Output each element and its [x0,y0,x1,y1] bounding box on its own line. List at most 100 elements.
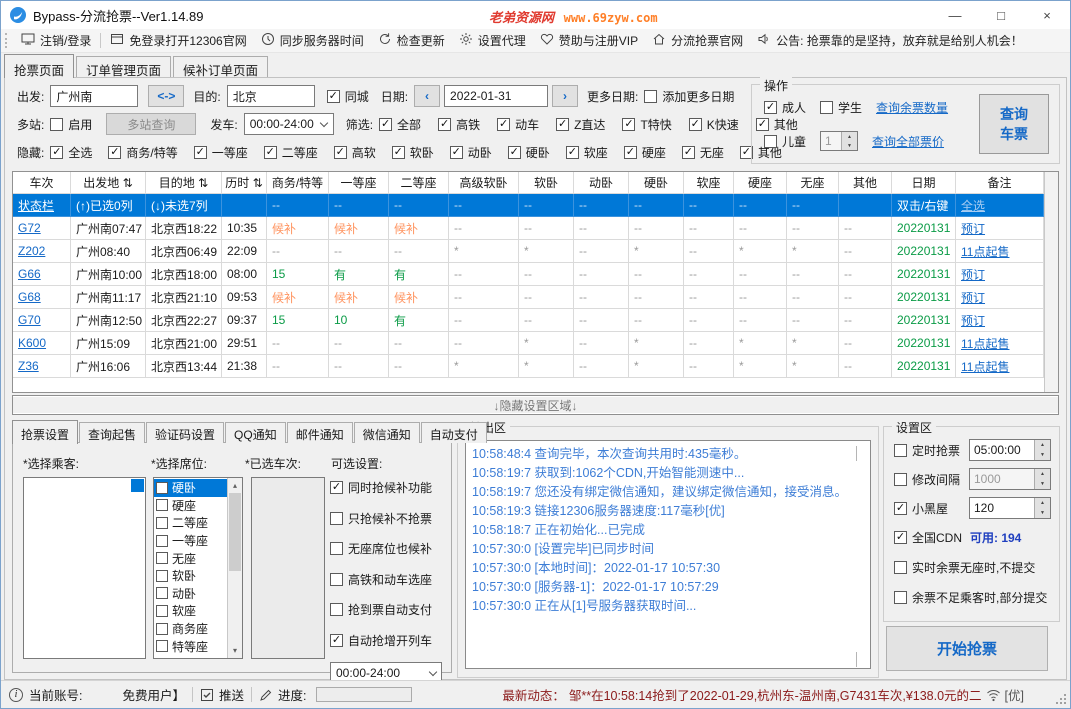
tab-grab-page[interactable]: 抢票页面 [4,54,74,78]
cell-note[interactable]: 11点起售 [956,240,1044,263]
cell-note[interactable]: 预订 [956,217,1044,240]
toolbar-item-window[interactable]: 免登录打开12306官网 [103,30,253,52]
seat-item-4-box[interactable] [156,552,168,564]
setting-input-2[interactable]: 120 [969,497,1051,519]
col-header-duration[interactable]: 历时 ⇅ [222,172,267,194]
setting-input-0[interactable]: 05:00:00 [969,439,1051,461]
toolbar-grip-handle[interactable] [5,33,11,48]
settings-tab-2[interactable]: 验证码设置 [146,422,224,443]
seat-item-5[interactable]: 软卧 [154,567,227,585]
grab-option-checkbox-0-box[interactable]: ✓ [330,481,343,494]
hide-checkbox-4[interactable]: ✓高软 [334,144,376,161]
start-grab-button[interactable]: 开始抢票 [886,626,1048,671]
scroll-down-icon[interactable] [856,652,866,662]
seat-item-5-box[interactable] [156,570,168,582]
query-tickets-button[interactable]: 查询 车票 [979,94,1049,154]
cell-train-no[interactable]: G66 [13,263,71,286]
filter-checkbox-4[interactable]: ✓T特快 [622,116,671,133]
cdn-checkbox-box[interactable]: ✓ [894,531,907,544]
filter-checkbox-0[interactable]: ✓全部 [379,116,421,133]
filter-checkbox-1[interactable]: ✓高铁 [438,116,480,133]
selected-trains-box[interactable] [251,477,325,659]
cell-train-no[interactable]: G72 [13,217,71,240]
adult-checkbox[interactable]: ✓成人 [764,99,806,116]
hide-checkbox-4-box[interactable]: ✓ [334,146,347,159]
cell-train-no[interactable]: G70 [13,309,71,332]
seat-item-1[interactable]: 硬座 [154,497,227,515]
toolbar-item-refresh[interactable]: 检查更新 [371,30,452,52]
cell-note[interactable]: 预订 [956,263,1044,286]
filter-checkbox-1-box[interactable]: ✓ [438,118,451,131]
passenger-list-scroll-thumb[interactable] [131,479,144,492]
no-seat-no-submit-checkbox[interactable]: 实时余票无座时,不提交 [894,559,1035,576]
query-ticket-count-link[interactable]: 查询余票数量 [876,99,948,116]
toolbar-item-home[interactable]: 分流抢票官网 [645,30,750,52]
resize-grip[interactable] [1064,702,1066,704]
col-header-emu-sleeper[interactable]: 动卧 [574,172,629,194]
seat-item-2-box[interactable] [156,517,168,529]
student-checkbox-box[interactable] [820,101,833,114]
seat-item-6[interactable]: 动卧 [154,585,227,603]
table-row-Z36[interactable]: Z36广州16:06北京西13:4421:38------**--*--**--… [13,355,1044,378]
multi-station-query-button[interactable]: 多站查询 [106,113,196,135]
filter-checkbox-5[interactable]: ✓K快速 [689,116,739,133]
settings-tab-6[interactable]: 自动支付 [421,422,487,443]
to-station-input[interactable]: 北京 [227,85,315,107]
cell-note[interactable]: 11点起售 [956,355,1044,378]
adult-checkbox-box[interactable]: ✓ [764,101,777,114]
toolbar-item-heart[interactable]: 赞助与注册VIP [533,30,645,52]
seat-item-8-box[interactable] [156,623,168,635]
col-header-arrive-station[interactable]: 目的地 ⇅ [146,172,222,194]
cell-train-no[interactable]: Z36 [13,355,71,378]
col-header-hard-sleeper[interactable]: 硬卧 [629,172,684,194]
hide-settings-bar[interactable]: ↓隐藏设置区域↓ [12,395,1059,415]
maximize-button[interactable]: □ [978,1,1024,29]
spin-down-icon[interactable] [1035,450,1050,460]
cell-note[interactable]: 全选 [956,194,1044,217]
grab-option-checkbox-1-box[interactable] [330,512,343,525]
seat-item-0[interactable]: 硬卧 [154,479,227,497]
filter-checkbox-3-box[interactable]: ✓ [556,118,569,131]
scroll-up-icon[interactable] [856,447,866,457]
grab-option-checkbox-1[interactable]: 只抢候补不抢票 [330,510,450,527]
seat-item-4[interactable]: 无座 [154,549,227,567]
toolbar-item-monitor[interactable]: 注销/登录 [14,30,98,52]
hide-checkbox-2-box[interactable]: ✓ [194,146,207,159]
seat-item-8[interactable]: 商务座 [154,620,227,638]
add-more-dates-checkbox-box[interactable] [644,90,657,103]
setting-input-1[interactable]: 1000 [969,468,1051,490]
setting-checkbox-2[interactable]: ✓小黑屋 [894,500,948,517]
close-button[interactable]: × [1024,1,1070,29]
cell-note[interactable]: 预订 [956,286,1044,309]
student-checkbox[interactable]: 学生 [820,99,862,116]
col-header-note[interactable]: 备注 [956,172,1044,194]
col-header-premium-soft-sleeper[interactable]: 高级软卧 [449,172,519,194]
spinner-buttons[interactable] [1034,469,1050,489]
table-row-G66[interactable]: G66广州南10:00北京西18:0008:0015有有------------… [13,263,1044,286]
tab-waitlist-order-page[interactable]: 候补订单页面 [173,56,268,77]
child-checkbox-box[interactable] [764,135,777,148]
grab-option-checkbox-5-box[interactable]: ✓ [330,634,343,647]
grab-option-checkbox-0[interactable]: ✓同时抢候补功能 [330,479,450,496]
seat-item-7[interactable]: 软座 [154,602,227,620]
settings-tab-4[interactable]: 邮件通知 [287,422,353,443]
next-date-button[interactable]: › [552,85,578,107]
hide-checkbox-0-box[interactable]: ✓ [50,146,63,159]
col-header-train-no[interactable]: 车次 [13,172,71,194]
grab-option-checkbox-3-box[interactable] [330,573,343,586]
passenger-list[interactable] [23,477,146,659]
multi-station-enable-checkbox[interactable]: 启用 [50,116,92,133]
cell-train-no[interactable]: G68 [13,286,71,309]
seat-item-3[interactable]: 一等座 [154,532,227,550]
spin-down-icon[interactable] [1035,508,1050,518]
seat-item-9-box[interactable] [156,640,168,652]
settings-tab-5[interactable]: 微信通知 [354,422,420,443]
filter-checkbox-2-box[interactable]: ✓ [497,118,510,131]
filter-checkbox-4-box[interactable]: ✓ [622,118,635,131]
multi-station-enable-checkbox-box[interactable] [50,118,63,131]
col-header-first-class[interactable]: 一等座 [329,172,389,194]
partial-submit-checkbox[interactable]: 余票不足乘客时,部分提交 [894,589,1047,606]
tab-order-manage-page[interactable]: 订单管理页面 [76,56,171,77]
settings-tab-3[interactable]: QQ通知 [225,422,286,443]
date-input[interactable]: 2022-01-31 [444,85,548,107]
